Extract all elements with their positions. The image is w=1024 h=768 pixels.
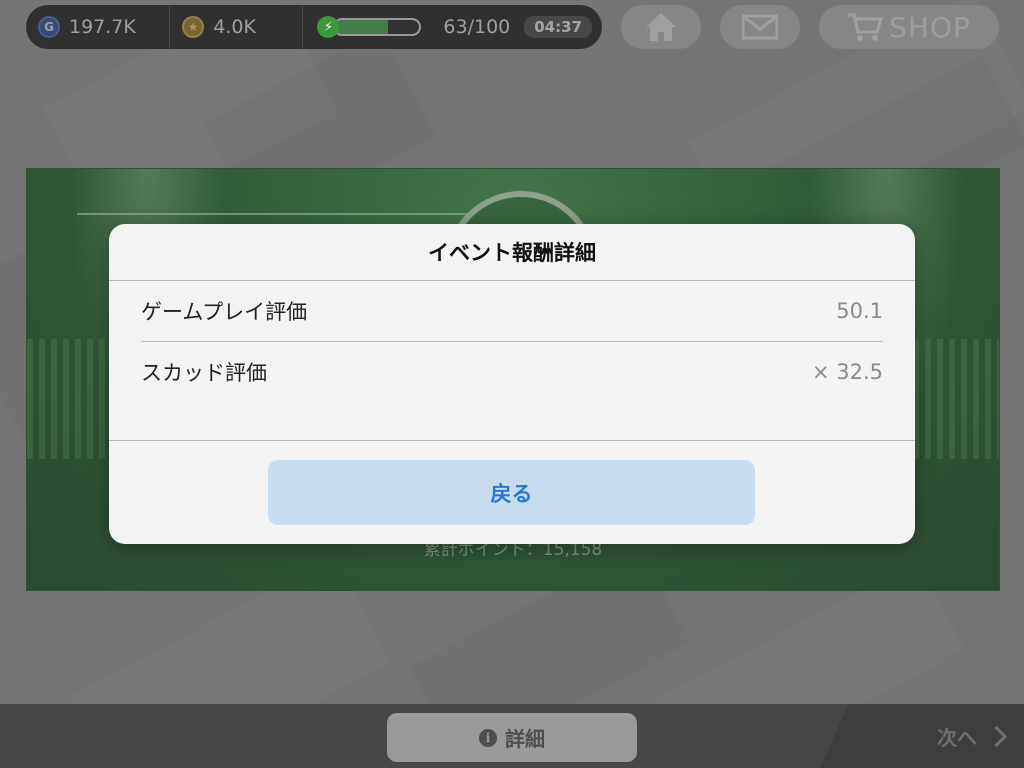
row-label: スカッド評価 xyxy=(141,361,267,385)
info-icon: i xyxy=(479,728,497,747)
row-value: 50.1 xyxy=(836,299,883,323)
detail-label: 詳細 xyxy=(505,727,545,751)
row-value: × 32.5 xyxy=(811,360,883,384)
next-label: 次へ xyxy=(937,726,977,750)
reward-detail-dialog: イベント報酬詳細 ゲームプレイ評価 50.1 スカッド評価 × 32.5 戻る xyxy=(109,224,915,544)
dialog-title: イベント報酬詳細 xyxy=(109,224,915,281)
detail-rows: ゲームプレイ評価 50.1 スカッド評価 × 32.5 xyxy=(109,281,915,402)
next-button[interactable]: 次へ xyxy=(937,722,1008,751)
detail-button[interactable]: i 詳細 xyxy=(387,713,637,762)
divider xyxy=(109,440,915,441)
chevron-right-icon xyxy=(985,725,1008,748)
detail-row-gameplay: ゲームプレイ評価 50.1 xyxy=(141,281,883,341)
back-button[interactable]: 戻る xyxy=(268,460,755,525)
row-label: ゲームプレイ評価 xyxy=(141,300,308,324)
detail-row-squad: スカッド評価 × 32.5 xyxy=(141,341,883,402)
